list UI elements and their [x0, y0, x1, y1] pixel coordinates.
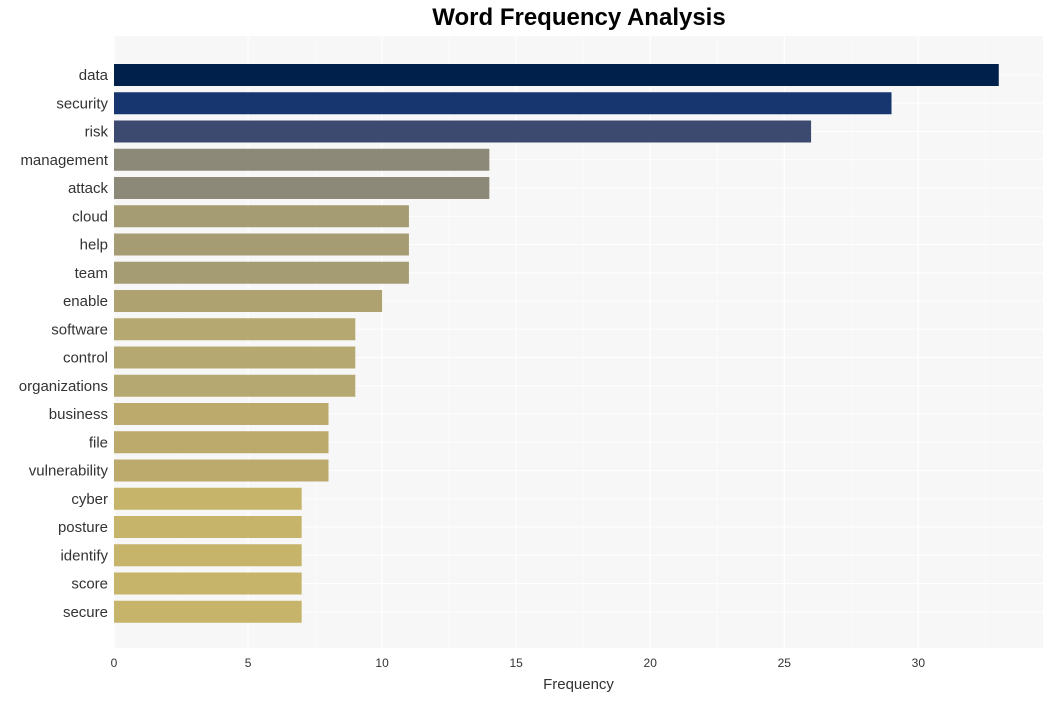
y-tick-label: identify [60, 547, 108, 564]
x-axis-label: Frequency [543, 676, 614, 693]
y-tick-label: organizations [19, 378, 108, 395]
bar-score [114, 572, 302, 595]
y-tick-label: software [51, 321, 108, 338]
y-tick-label: help [80, 237, 108, 254]
bar-help [114, 233, 409, 256]
bar-security [114, 92, 892, 115]
bar-team [114, 261, 409, 284]
bar-business [114, 403, 329, 425]
y-tick-label: file [89, 434, 108, 451]
bar-enable [114, 290, 383, 312]
bar-cloud [114, 205, 409, 228]
bar-risk [114, 120, 812, 143]
y-tick-label: risk [85, 124, 109, 141]
y-tick-label: score [71, 576, 108, 593]
y-tick-label: cloud [72, 208, 108, 225]
y-tick-label: security [56, 95, 108, 112]
bar-management [114, 148, 490, 171]
bar-data [114, 64, 999, 86]
x-tick-label: 30 [912, 656, 926, 670]
bar-identify [114, 544, 302, 567]
bar-software [114, 318, 356, 341]
y-tick-label: business [49, 406, 108, 423]
y-tick-label: management [20, 152, 108, 169]
y-tick-label: posture [58, 519, 108, 536]
x-tick-label: 25 [778, 656, 792, 670]
x-tick-label: 20 [644, 656, 658, 670]
y-tick-label: cyber [71, 491, 108, 508]
y-tick-label: attack [68, 180, 109, 197]
bar-file [114, 431, 329, 454]
bar-chart: data security risk management attack cloud hel… [19, 36, 1043, 693]
bar-vulnerability [114, 459, 329, 482]
x-tick-label: 15 [509, 656, 523, 670]
bar-attack [114, 177, 490, 199]
y-tick-label: enable [63, 293, 108, 310]
y-tick-label: data [79, 67, 109, 84]
bar-organizations [114, 374, 356, 397]
y-tick-label: team [75, 265, 108, 282]
x-tick-label: 10 [375, 656, 389, 670]
y-tick-label: secure [63, 604, 108, 621]
bar-posture [114, 516, 302, 538]
bar-secure [114, 600, 302, 623]
y-tick-label: vulnerability [29, 463, 109, 480]
bar-cyber [114, 487, 302, 510]
x-tick-label: 5 [245, 656, 252, 670]
x-tick-label: 0 [111, 656, 118, 670]
y-tick-label: control [63, 350, 108, 367]
bar-control [114, 346, 356, 369]
